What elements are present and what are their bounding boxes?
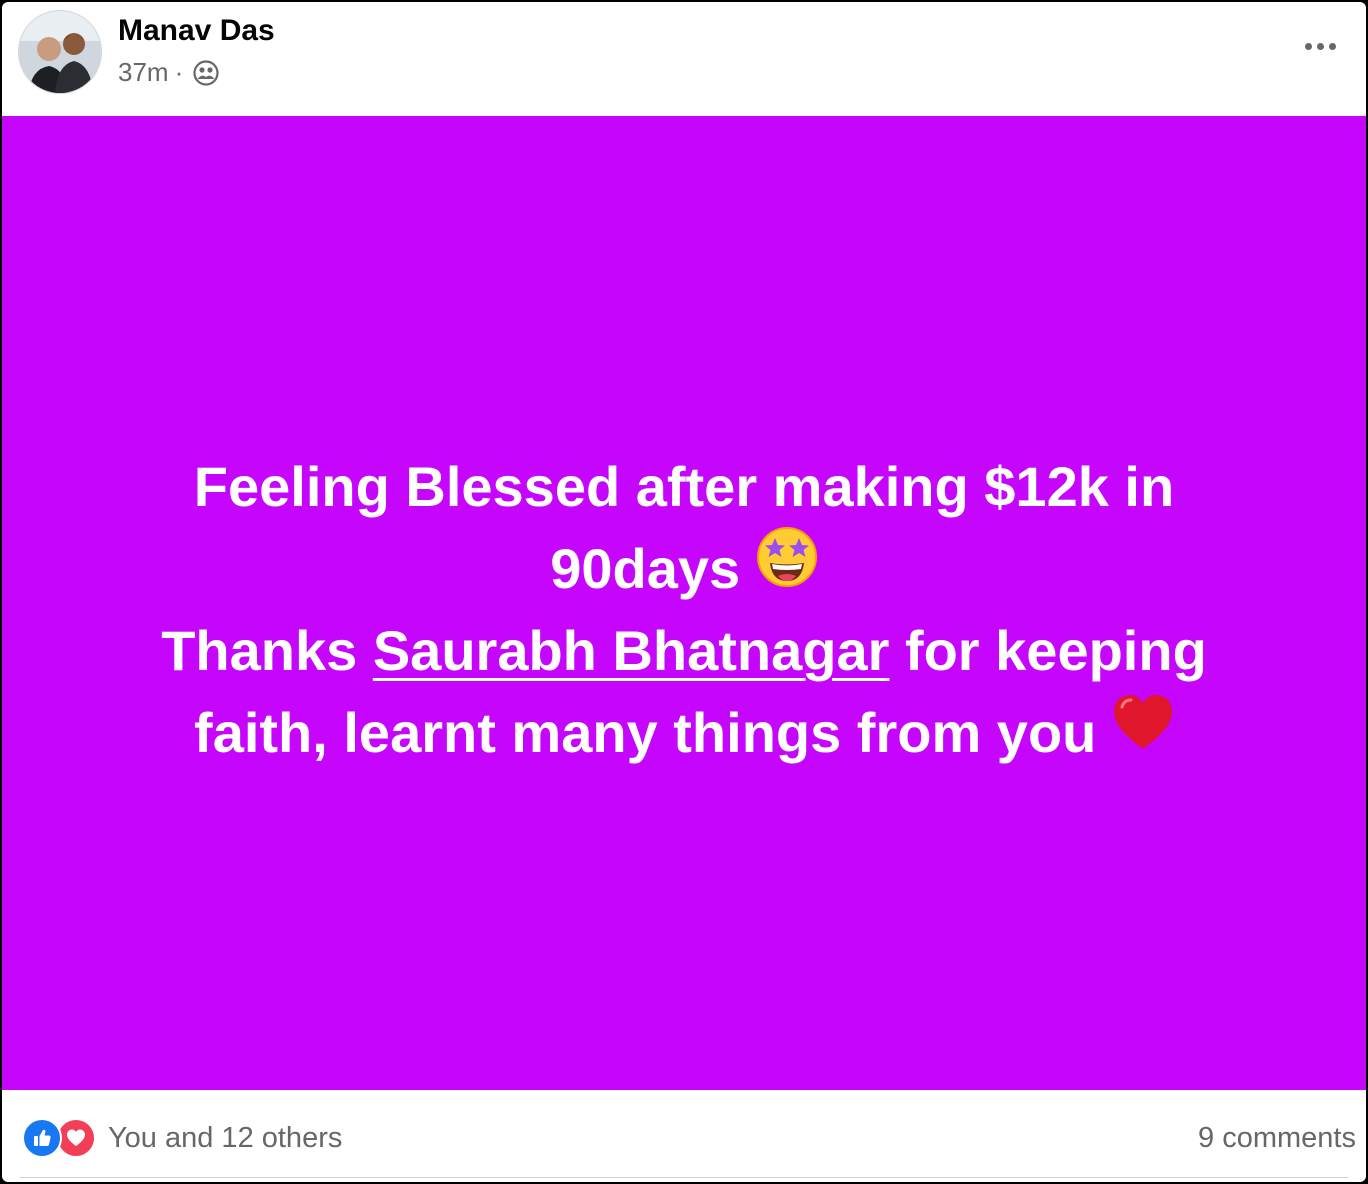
- post-text: Feeling Blessed after making $12k in 90d…: [104, 446, 1264, 774]
- like-icon: [22, 1118, 62, 1158]
- meta-separator: ·: [174, 57, 184, 87]
- post-text-faith: faith, learnt many things from you: [194, 701, 1097, 765]
- post-text-line-1: Feeling Blessed after making $12k in: [193, 454, 1175, 518]
- post-text-line-2: 90days: [104, 526, 1264, 610]
- mention-link[interactable]: Saurabh Bhatnagar: [373, 619, 890, 682]
- post-text-keeping: for keeping: [889, 619, 1207, 683]
- post-background: Feeling Blessed after making $12k in 90d…: [2, 116, 1366, 1090]
- more-options-icon[interactable]: [1296, 30, 1344, 62]
- reactions-text: You and 12 others: [108, 1122, 343, 1154]
- post-text-thanks: Thanks: [161, 619, 373, 683]
- avatar[interactable]: [18, 10, 102, 94]
- comments-count[interactable]: 9 comments: [1198, 1118, 1356, 1158]
- post-meta: 37m ·: [118, 54, 219, 90]
- post-text-days: 90days: [550, 536, 741, 600]
- star-struck-emoji-icon: [756, 526, 818, 610]
- post-card: Manav Das 37m · Feeling Blessed after ma…: [2, 2, 1366, 1182]
- love-icon: [56, 1118, 96, 1158]
- post-footer: You and 12 others 9 comments: [2, 1090, 1366, 1182]
- post-text-line-3: Thanks Saurabh Bhatnagar for keeping: [104, 610, 1264, 692]
- reactions-summary[interactable]: You and 12 others: [22, 1118, 342, 1158]
- post-header: Manav Das 37m ·: [2, 2, 1366, 116]
- post-text-line-4: faith, learnt many things from you: [104, 692, 1264, 774]
- post-time[interactable]: 37m: [118, 54, 169, 90]
- footer-divider: [20, 1177, 1348, 1178]
- friends-icon: [193, 59, 219, 86]
- author-name[interactable]: Manav Das: [118, 12, 275, 50]
- red-heart-emoji-icon: [1112, 691, 1174, 773]
